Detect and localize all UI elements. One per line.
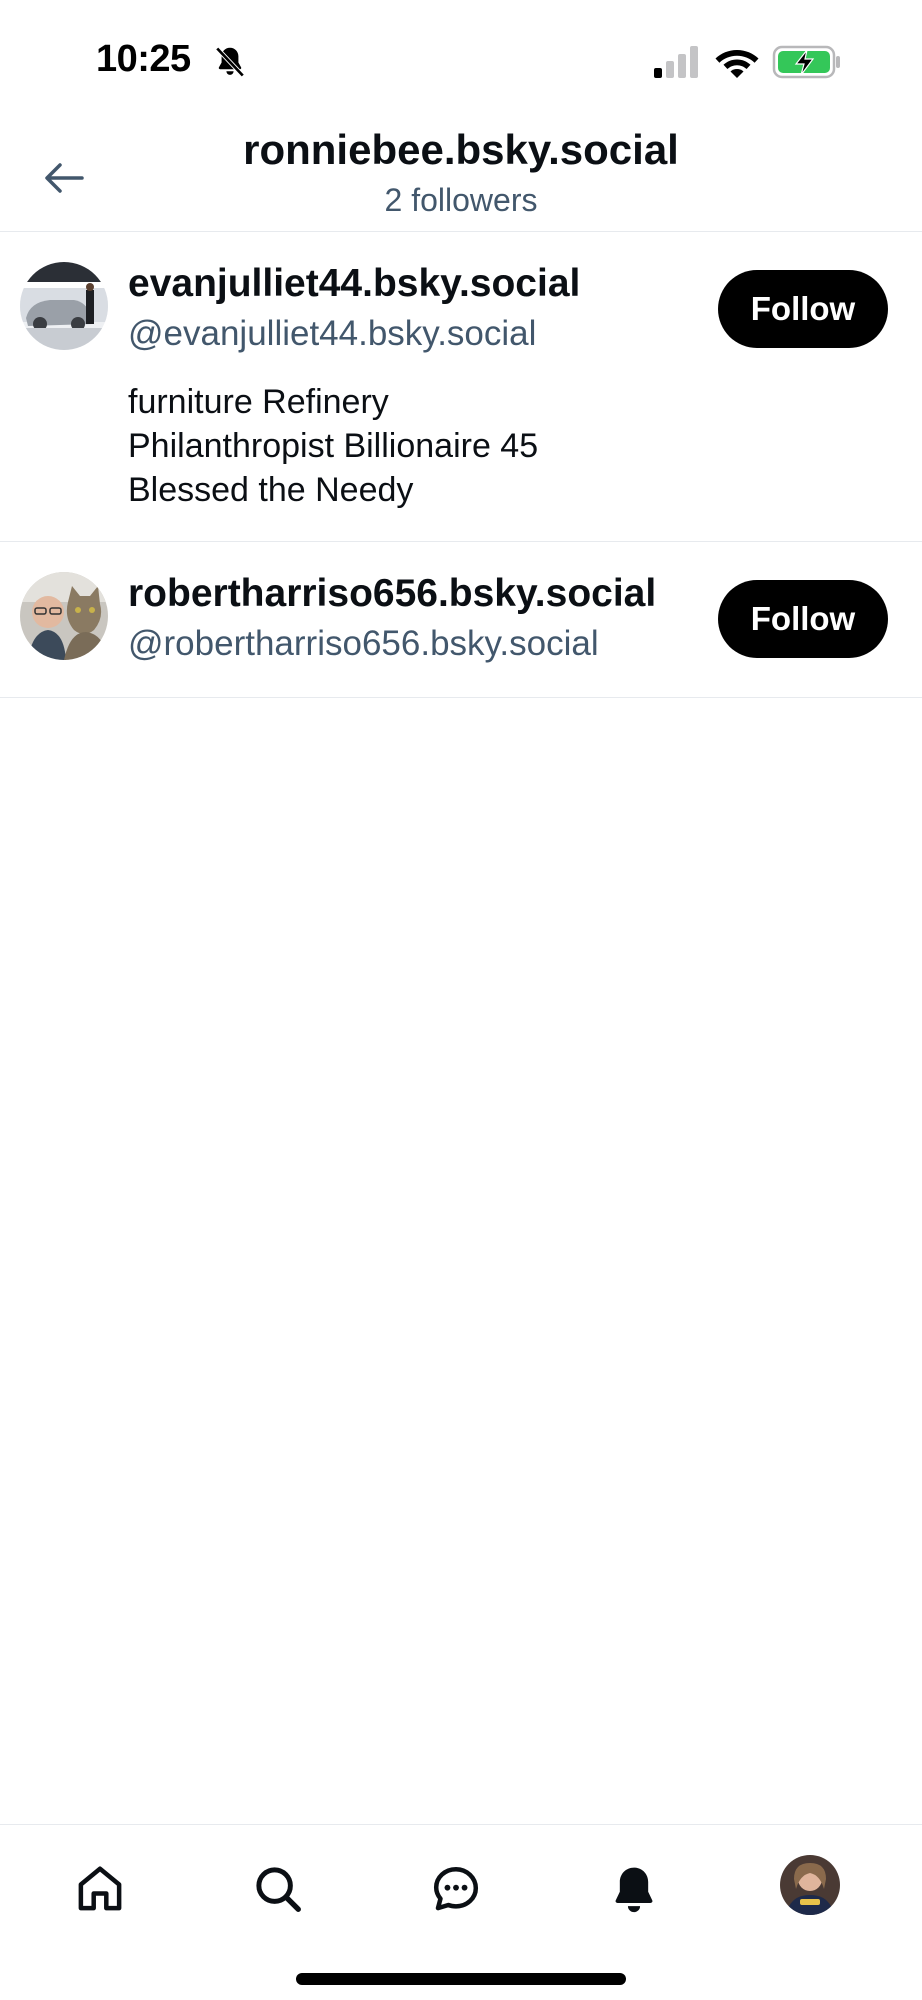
tab-chat[interactable] <box>424 1857 488 1921</box>
follower-list-item[interactable]: evanjulliet44.bsky.social @evanjulliet44… <box>0 232 922 542</box>
bio-line: Blessed the Needy <box>128 471 414 509</box>
follower-handle: @evanjulliet44.bsky.social <box>128 314 537 353</box>
follower-display-name[interactable]: evanjulliet44.bsky.social <box>128 262 580 306</box>
follower-handle: @robertharriso656.bsky.social <box>128 624 599 663</box>
status-time: 10:25 <box>96 38 191 80</box>
bio-line: Philanthropist Billionaire 45 <box>128 427 539 465</box>
screen: 10:25 ronniebee.bsky.social 2 followers … <box>0 0 922 2000</box>
follower-bio: furniture Refinery Philanthropist Billio… <box>128 380 538 512</box>
chat-icon <box>433 1866 479 1911</box>
bottom-tab-bar <box>0 1824 922 2000</box>
notifications-icon <box>615 1867 653 1913</box>
avatar-image <box>20 262 108 350</box>
avatar[interactable] <box>20 572 108 660</box>
avatar-image <box>20 572 108 660</box>
home-indicator[interactable] <box>296 1973 626 1985</box>
bio-line: furniture Refinery <box>128 383 389 421</box>
avatar[interactable] <box>20 262 108 350</box>
bell-off-icon <box>215 46 245 78</box>
wifi-icon <box>715 50 759 78</box>
tab-notifications[interactable] <box>602 1857 666 1921</box>
follow-button[interactable]: Follow <box>718 270 888 348</box>
profile-avatar <box>780 1855 840 1915</box>
page-title: ronniebee.bsky.social <box>243 126 679 173</box>
follower-list-item[interactable]: robertharriso656.bsky.social @robertharr… <box>0 542 922 698</box>
battery-charging-icon <box>772 45 840 79</box>
home-icon <box>78 1866 122 1911</box>
follow-button[interactable]: Follow <box>718 580 888 658</box>
search-icon <box>256 1867 301 1912</box>
status-bar: 10:25 <box>0 0 922 110</box>
page-header: ronniebee.bsky.social 2 followers <box>0 110 922 232</box>
tab-profile[interactable] <box>780 1855 840 1915</box>
follower-count: 2 followers <box>384 182 538 218</box>
tab-home[interactable] <box>68 1857 132 1921</box>
tab-search[interactable] <box>246 1857 310 1921</box>
follower-display-name[interactable]: robertharriso656.bsky.social <box>128 572 656 616</box>
cellular-signal-icon <box>654 46 698 78</box>
